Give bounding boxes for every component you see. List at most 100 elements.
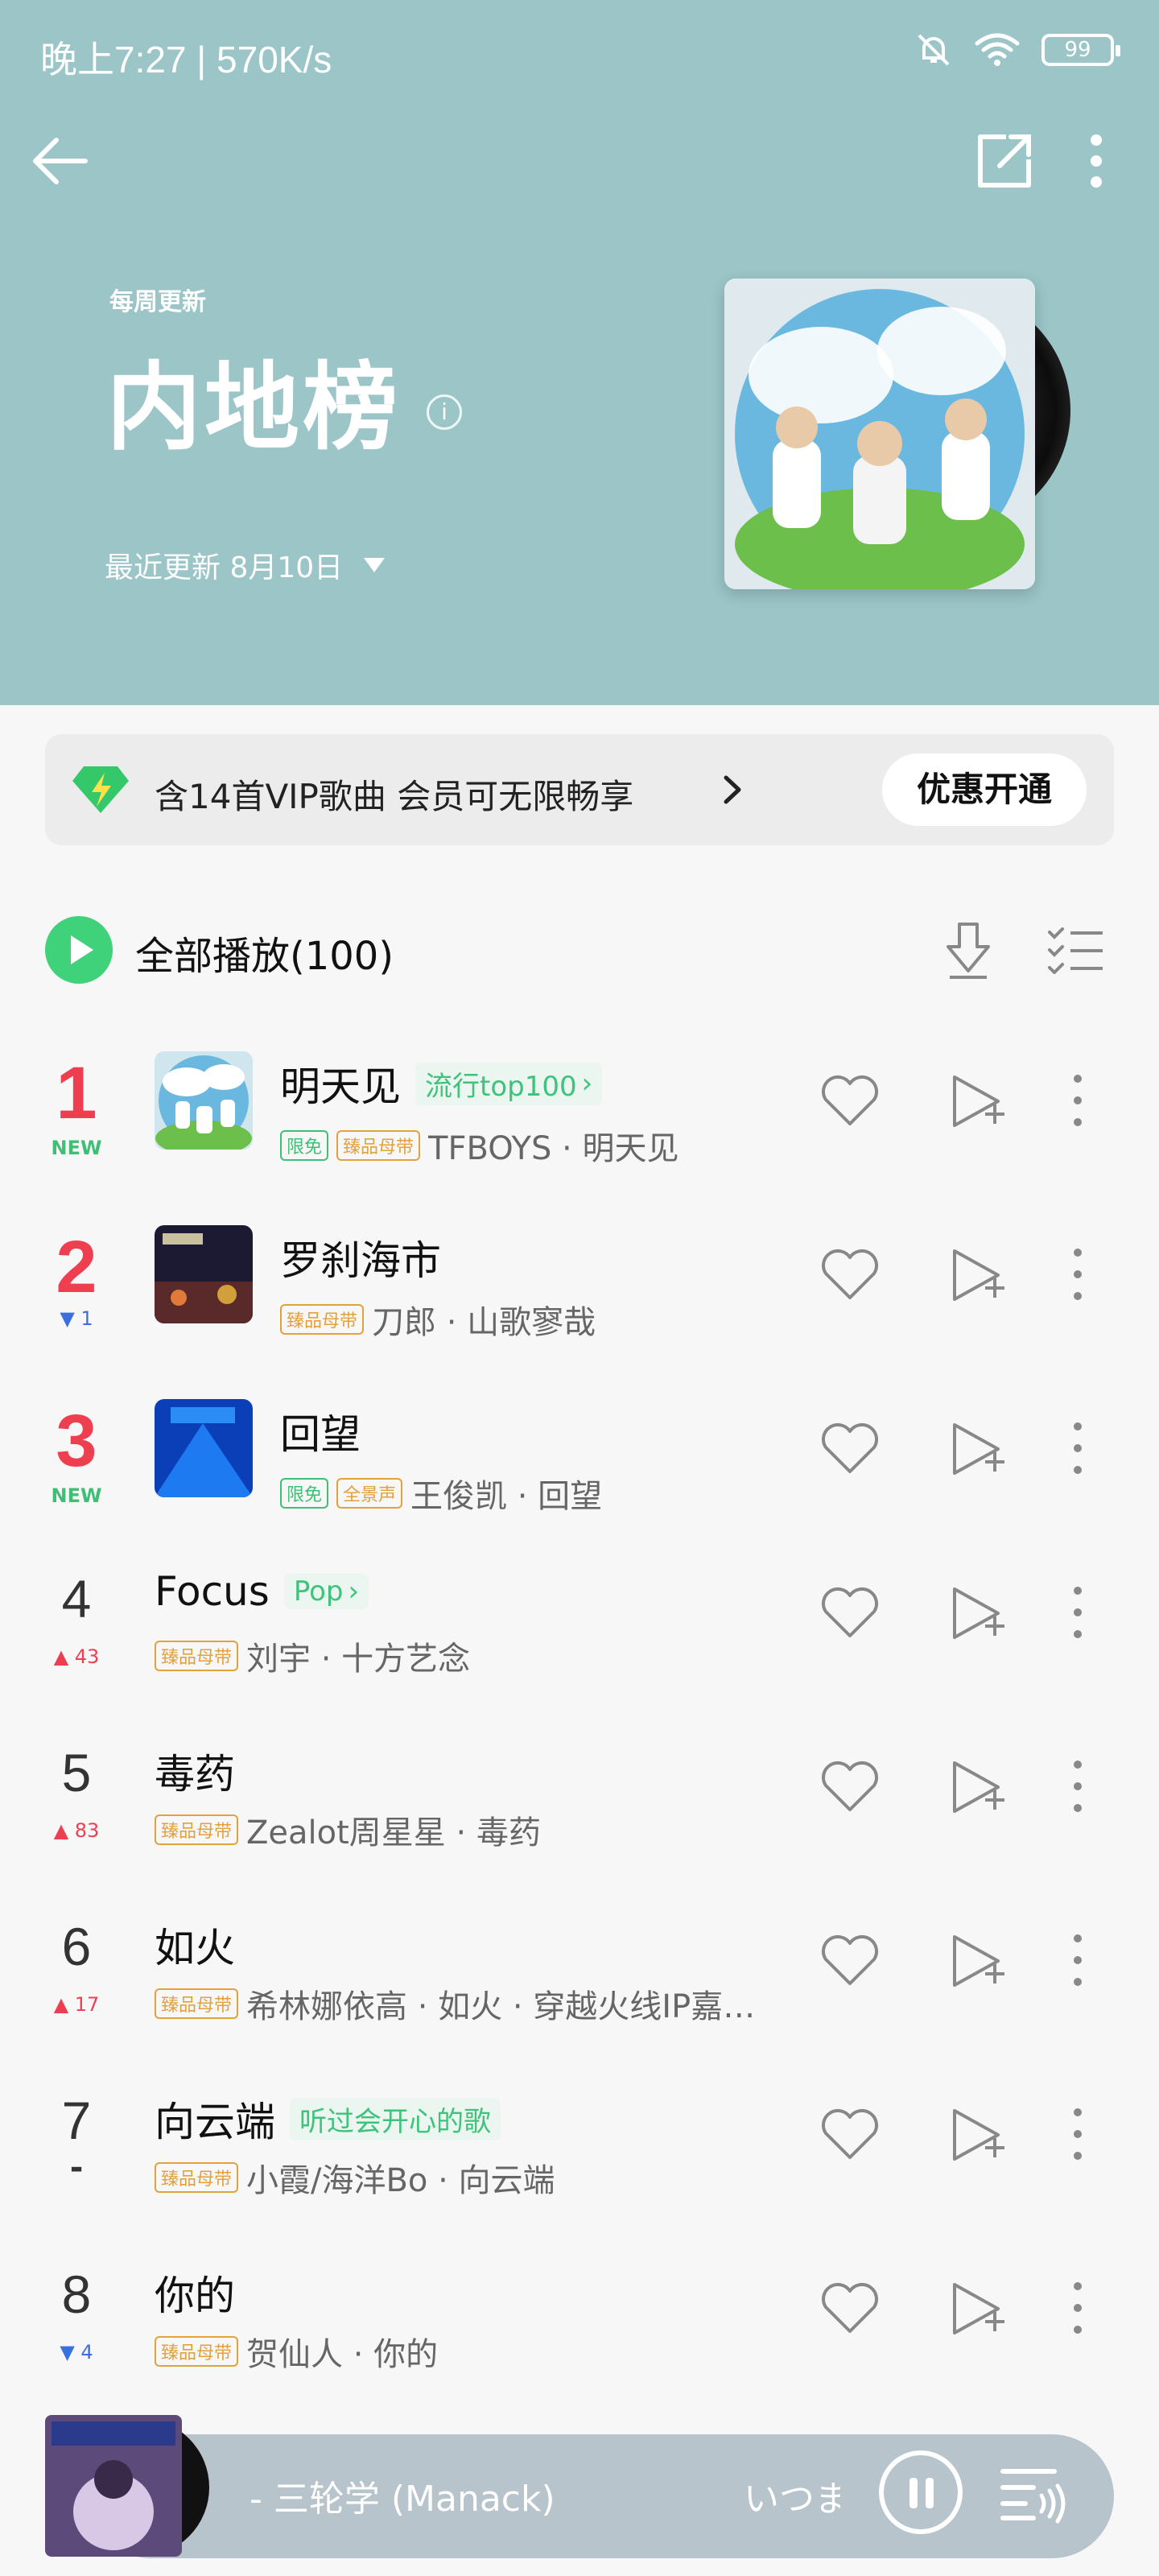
weekly-update-label: 每周更新 [109,288,206,316]
song-tag-label: 听过会开心的歌 [299,2105,491,2138]
heart-icon[interactable] [819,2281,881,2336]
song-tag[interactable]: Pop › [283,1574,369,1609]
now-playing-cover[interactable] [45,2415,211,2560]
song-title: 毒药 [155,1751,235,1798]
heart-icon[interactable] [819,1760,881,1814]
song-thumbnail [155,1225,253,1323]
song-rank: 1 [56,1052,97,1134]
song-row[interactable]: 1 NEW 明天见 流行top100 › 限免 臻品母带 TFBOYS · 明天见 [0,1046,1159,1220]
status-icons: 99 [914,31,1120,69]
vip-banner[interactable]: 含14首VIP歌曲 会员可无限畅享 优惠开通 [45,734,1114,845]
song-trend: ▼ 1 [60,1307,93,1330]
now-playing-track: - 三轮学 (Manack) [250,2479,555,2520]
add-to-playlist-icon[interactable] [950,1584,1006,1642]
song-artist: 小霞/海洋Bo · 向云端 [246,2162,555,2199]
back-arrow-icon[interactable] [29,129,93,193]
song-title: 你的 [155,2273,235,2319]
master-badge: 臻品母带 [155,2162,239,2193]
vip-diamond-icon [72,766,129,813]
add-to-playlist-icon[interactable] [950,1932,1006,1990]
row-more-icon[interactable] [1066,1420,1090,1476]
add-to-playlist-icon[interactable] [950,1420,1006,1478]
song-rank: 8 [61,2264,92,2324]
chart-cover[interactable] [724,279,1079,589]
chevron-right-icon [724,775,741,804]
song-row[interactable]: 3 NEW 回望 限免 全景声 王俊凯 · 回望 [0,1394,1159,1568]
update-date-selector[interactable]: 最近更新 8月10日 [105,544,386,586]
song-row[interactable]: 6 ▲ 17 如火 臻品母带 希林娜依高 · 如火 · 穿越火线IP嘉年华主题曲 [0,1916,1159,2090]
heart-icon[interactable] [819,2107,881,2162]
heart-icon[interactable] [819,1586,881,1641]
play-all-icon[interactable] [45,916,113,984]
add-to-playlist-icon[interactable] [950,1758,1006,1816]
free-badge: 限免 [280,1478,329,1509]
info-icon[interactable]: i [427,394,462,430]
master-badge: 臻品母带 [155,1641,239,1671]
more-vertical-icon[interactable] [1075,130,1117,192]
song-title: Focus [155,1568,270,1615]
song-row[interactable]: 2 ▼ 1 罗刹海市 臻品母带 刀郎 · 山歌寥哉 [0,1220,1159,1394]
row-more-icon[interactable] [1066,1072,1090,1129]
song-rank: 3 [56,1400,97,1482]
song-artist: 刀郎 · 山歌寥哉 [372,1304,596,1341]
song-row[interactable]: 7 - 向云端 听过会开心的歌 臻品母带 小霞/海洋Bo · 向云端 [0,2090,1159,2264]
song-title: 向云端 [155,2099,275,2145]
row-more-icon[interactable] [1066,2280,1090,2336]
pause-button[interactable] [879,2450,963,2534]
add-to-playlist-icon[interactable] [950,1072,1006,1130]
play-all-label[interactable]: 全部播放(100) [135,924,394,980]
master-badge: 臻品母带 [155,2336,239,2367]
add-to-playlist-icon[interactable] [950,2280,1006,2338]
song-trend: ▲ 17 [53,1993,100,2016]
song-tag[interactable]: 流行top100 › [415,1062,603,1105]
song-trend: - [69,2149,84,2186]
song-artist: 希林娜依高 · 如火 · 穿越火线IP嘉年华主题曲 [246,1988,786,2025]
chevron-right-icon: › [581,1067,593,1100]
atmos-badge: 全景声 [336,1478,403,1509]
song-tag[interactable]: 听过会开心的歌 [290,2097,501,2140]
song-row[interactable]: 4 ▲ 43 Focus Pop › 臻品母带 刘宇 · 十方艺念 [0,1568,1159,1742]
status-bar: 晚上7:27 | 570K/s 99 [0,0,1159,105]
heart-icon[interactable] [819,1422,881,1476]
song-thumbnail [155,1051,253,1150]
heart-icon[interactable] [819,1934,881,1988]
chevron-right-icon: › [348,1575,360,1608]
song-artist: 王俊凯 · 回望 [410,1478,603,1515]
song-trend: ▲ 83 [53,1819,100,1842]
song-trend: NEW [51,1484,102,1507]
row-more-icon[interactable] [1066,2106,1090,2162]
vip-text: 含14首VIP歌曲 会员可无限畅享 [155,777,634,816]
heart-icon[interactable] [819,1074,881,1129]
playlist-queue-icon[interactable] [998,2460,1074,2524]
master-badge: 臻品母带 [155,1814,239,1845]
add-to-playlist-icon[interactable] [950,2106,1006,2164]
free-badge: 限免 [280,1130,329,1161]
song-row[interactable]: 5 ▲ 83 毒药 臻品母带 Zealot周星星 · 毒药 [0,1742,1159,1916]
status-time-speed: 晚上7:27 | 570K/s [40,39,332,80]
share-icon[interactable] [974,130,1035,192]
song-trend: NEW [51,1137,102,1159]
row-more-icon[interactable] [1066,1584,1090,1641]
mute-bell-icon [918,34,950,66]
song-rank: 2 [56,1226,97,1308]
download-icon[interactable] [942,919,995,980]
wifi-icon [975,33,1020,66]
song-artist: 刘宇 · 十方艺念 [246,1641,471,1678]
song-thumbnail [155,1399,253,1497]
row-more-icon[interactable] [1066,1932,1090,1988]
master-badge: 臻品母带 [336,1130,421,1161]
song-row[interactable]: 8 ▼ 4 你的 臻品母带 贺仙人 · 你的 [0,2264,1159,2438]
multi-select-icon[interactable] [1046,926,1104,974]
heart-icon[interactable] [819,1248,881,1302]
song-rank: 5 [61,1743,92,1802]
song-rank: 7 [61,2091,92,2150]
cover-artwork [724,279,1035,589]
row-more-icon[interactable] [1066,1246,1090,1302]
vip-open-button[interactable]: 优惠开通 [882,753,1087,826]
battery-icon: 99 [1041,34,1120,66]
row-more-icon[interactable] [1066,1758,1090,1814]
song-title: 罗刹海市 [280,1237,441,1284]
add-to-playlist-icon[interactable] [950,1246,1006,1304]
caret-down-icon [364,558,386,572]
page-title: 内地榜 [106,352,402,463]
